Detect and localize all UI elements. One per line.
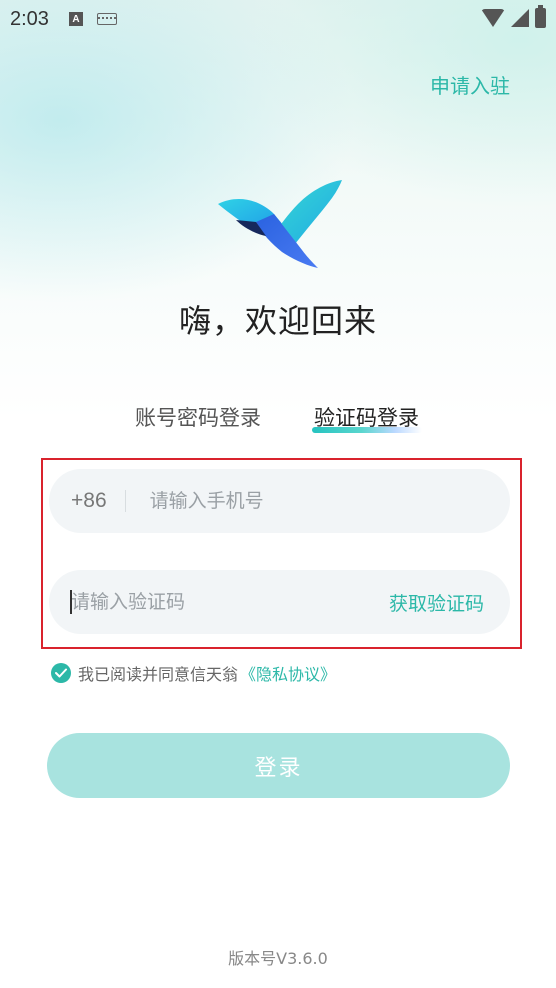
notification-a-icon: A — [68, 12, 83, 26]
agreement-checkbox[interactable] — [51, 663, 71, 683]
agreement-text: 我已阅读并同意信天翁 — [78, 665, 239, 684]
highlight-box — [41, 458, 522, 649]
active-tab-indicator — [312, 427, 422, 433]
apply-to-join-link[interactable]: 申请入驻 — [430, 70, 510, 99]
agreement-row: 我已阅读并同意信天翁 《隐私协议》 — [51, 661, 336, 685]
privacy-policy-link[interactable]: 《隐私协议》 — [240, 661, 336, 685]
status-right-icons — [481, 5, 546, 28]
keyboard-icon — [96, 13, 117, 25]
status-time: 2:03 — [10, 7, 49, 30]
battery-icon — [535, 5, 546, 28]
status-bar: 2:03 A — [0, 0, 556, 38]
welcome-title: 嗨，欢迎回来 — [178, 302, 377, 340]
tab-password-login[interactable]: 账号密码登录 — [135, 402, 261, 432]
app-logo-icon — [218, 180, 342, 268]
check-icon — [55, 668, 67, 678]
cell-signal-icon — [511, 9, 529, 27]
version-label: 版本号V3.6.0 — [228, 949, 328, 968]
login-button[interactable]: 登录 — [47, 733, 510, 798]
wifi-icon — [481, 9, 505, 27]
